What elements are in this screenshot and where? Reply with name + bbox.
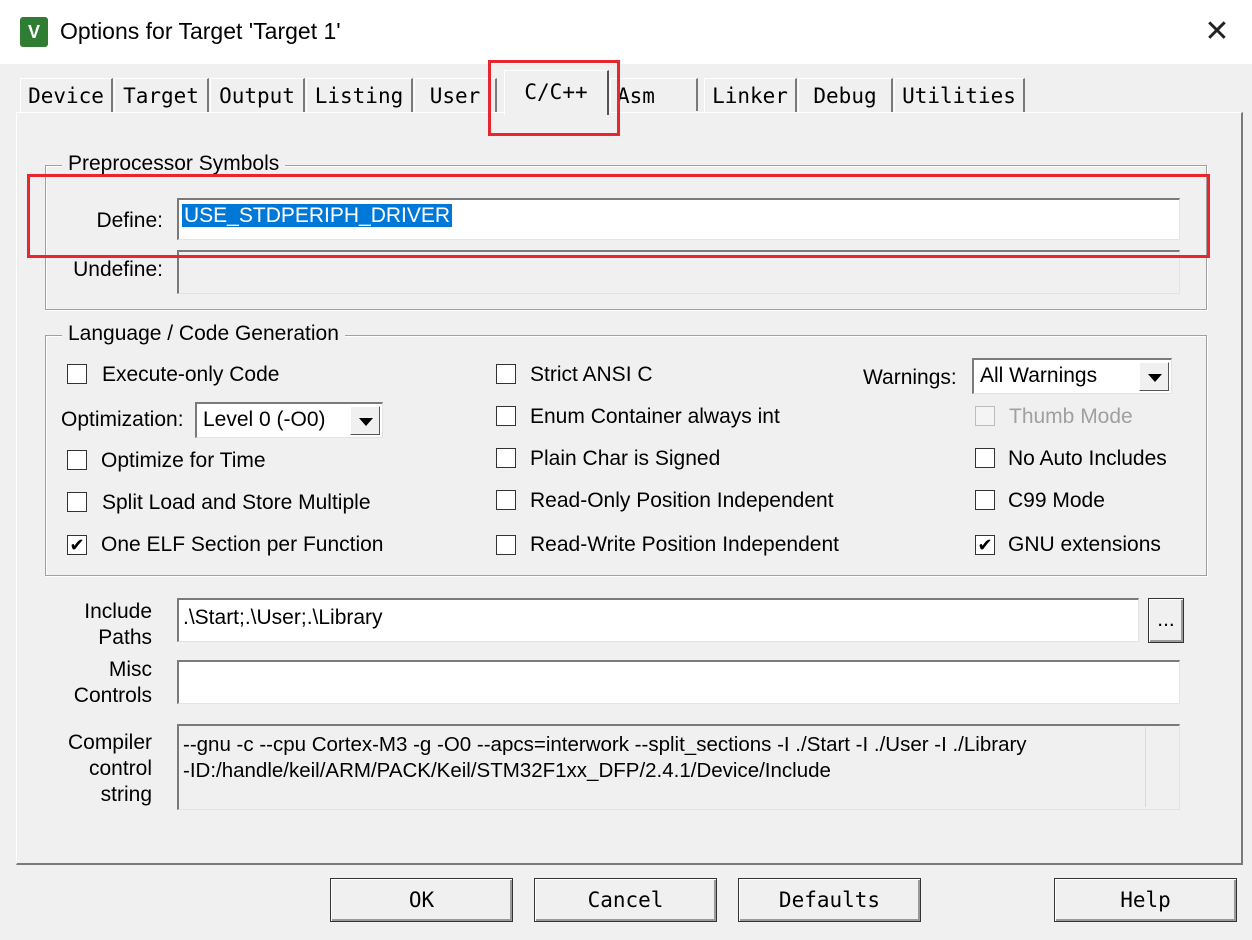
tab-linker[interactable]: Linker xyxy=(704,78,797,112)
tab-c-cpp[interactable]: C/C++ xyxy=(504,70,609,115)
c99-mode-label: C99 Mode xyxy=(1008,489,1105,512)
tab-utilities[interactable]: Utilities xyxy=(894,78,1025,112)
ok-button[interactable]: OK xyxy=(330,878,513,922)
split-load-checkbox[interactable] xyxy=(67,492,87,512)
execute-only-label: Execute-only Code xyxy=(102,363,280,386)
check-icon: ✔ xyxy=(69,535,85,555)
misc-controls-label: Misc Controls xyxy=(73,658,152,707)
compiler-string-line2: -ID:/handle/keil/ARM/PACK/Keil/STM32F1xx… xyxy=(183,759,831,782)
define-value: USE_STDPERIPH_DRIVER xyxy=(182,204,453,227)
gnu-extensions-label: GNU extensions xyxy=(1008,533,1161,556)
enum-container-checkbox[interactable] xyxy=(496,406,516,426)
no-auto-includes-checkbox[interactable] xyxy=(975,448,995,468)
strict-ansi-checkbox[interactable] xyxy=(496,364,516,384)
optimization-value: Level 0 (-O0) xyxy=(203,408,326,431)
misc-controls-field[interactable] xyxy=(177,660,1180,704)
strict-ansi-label: Strict ANSI C xyxy=(530,363,653,386)
optimization-label: Optimization: xyxy=(61,408,184,431)
tab-user[interactable]: User xyxy=(414,78,497,112)
preprocessor-legend: Preprocessor Symbols xyxy=(62,152,286,176)
split-load-label: Split Load and Store Multiple xyxy=(102,491,371,514)
warnings-value: All Warnings xyxy=(980,364,1098,387)
warnings-label: Warnings: xyxy=(863,366,957,389)
optimize-time-label: Optimize for Time xyxy=(101,449,266,472)
compiler-string-label: Compiler control string xyxy=(67,731,152,806)
window-title: Options for Target 'Target 1' xyxy=(60,18,341,44)
chevron-down-icon xyxy=(1139,362,1169,391)
compiler-string-line1: --gnu -c --cpu Cortex-M3 -g -O0 --apcs=i… xyxy=(183,733,1027,756)
tab-output[interactable]: Output xyxy=(210,78,305,112)
include-paths-field[interactable]: .\Start;.\User;.\Library xyxy=(177,598,1139,642)
one-elf-label: One ELF Section per Function xyxy=(101,533,384,556)
compiler-string-field[interactable]: --gnu -c --cpu Cortex-M3 -g -O0 --apcs=i… xyxy=(177,724,1180,810)
optimization-select[interactable]: Level 0 (-O0) xyxy=(195,402,383,438)
undefine-field[interactable] xyxy=(177,250,1180,294)
rw-pi-checkbox[interactable] xyxy=(496,535,516,555)
warnings-select[interactable]: All Warnings xyxy=(972,358,1172,394)
tab-asm[interactable]: Asm xyxy=(610,78,698,111)
plain-char-checkbox[interactable] xyxy=(496,448,516,468)
chevron-down-icon xyxy=(350,406,380,435)
undefine-label: Undefine: xyxy=(73,258,163,281)
thumb-mode-checkbox xyxy=(975,406,995,426)
plain-char-label: Plain Char is Signed xyxy=(530,447,721,470)
keil-v5-icon: V xyxy=(20,17,48,47)
c99-mode-checkbox[interactable] xyxy=(975,490,995,510)
close-icon[interactable]: ✕ xyxy=(1196,12,1238,52)
defaults-button[interactable]: Defaults xyxy=(738,878,921,922)
help-button[interactable]: Help xyxy=(1054,878,1237,922)
scrollbar-divider xyxy=(1145,727,1146,807)
execute-only-checkbox[interactable] xyxy=(67,364,87,384)
tab-device[interactable]: Device xyxy=(20,78,113,112)
ro-pi-checkbox[interactable] xyxy=(496,490,516,510)
check-icon: ✔ xyxy=(977,535,993,555)
define-label: Define: xyxy=(96,209,163,232)
tab-debug[interactable]: Debug xyxy=(798,78,893,112)
define-field[interactable]: USE_STDPERIPH_DRIVER xyxy=(177,198,1180,240)
ro-pi-label: Read-Only Position Independent xyxy=(530,489,834,512)
thumb-mode-label: Thumb Mode xyxy=(1009,405,1133,428)
gnu-extensions-checkbox[interactable]: ✔ xyxy=(975,535,995,555)
language-legend: Language / Code Generation xyxy=(62,322,345,346)
tab-target[interactable]: Target xyxy=(114,78,209,112)
optimize-time-checkbox[interactable] xyxy=(67,450,87,470)
enum-container-label: Enum Container always int xyxy=(530,405,780,428)
cancel-button[interactable]: Cancel xyxy=(534,878,717,922)
one-elf-checkbox[interactable]: ✔ xyxy=(67,535,87,555)
browse-button[interactable]: ... xyxy=(1148,598,1184,643)
tab-listing[interactable]: Listing xyxy=(306,78,413,112)
rw-pi-label: Read-Write Position Independent xyxy=(530,533,839,556)
no-auto-includes-label: No Auto Includes xyxy=(1008,447,1167,470)
include-paths-label: Include Paths xyxy=(84,600,152,649)
